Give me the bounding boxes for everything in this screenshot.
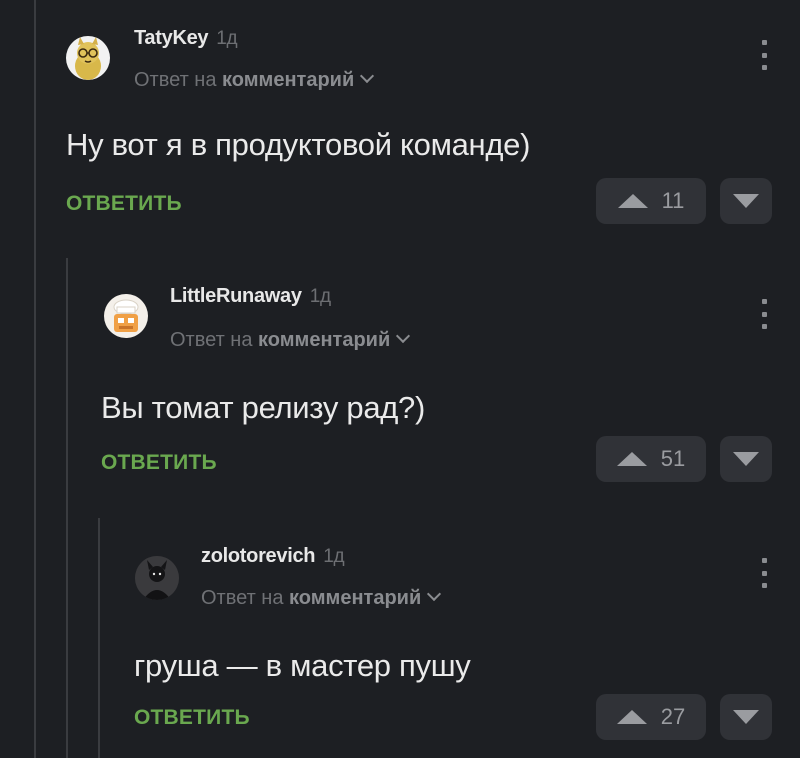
downvote-button[interactable]: [720, 436, 772, 482]
reply-button[interactable]: ОТВЕТИТЬ: [66, 192, 182, 216]
more-options-icon[interactable]: [761, 40, 767, 70]
comment-time: 1д: [323, 546, 345, 567]
chevron-down-icon[interactable]: [360, 68, 375, 84]
upvote-count: 51: [660, 446, 686, 471]
chef-avatar-icon[interactable]: [104, 294, 148, 338]
comment-text: Ну вот я в продуктовой команде): [66, 127, 531, 162]
reply-to-prefix: Ответ на: [134, 69, 217, 91]
author-name[interactable]: LittleRunaway: [170, 285, 302, 307]
reply-to-prefix: Ответ на: [201, 587, 284, 609]
reply-to-link[interactable]: Ответ на комментарий: [170, 328, 411, 352]
comment-littlerunaway: LittleRunaway 1д Ответ на комментарий Вы …: [0, 260, 800, 500]
author-name[interactable]: zolotorevich: [201, 545, 316, 567]
comment-time: 1д: [216, 28, 238, 49]
author-name[interactable]: TatyKey: [134, 27, 209, 49]
more-options-icon[interactable]: [761, 299, 767, 329]
upvote-count: 11: [661, 188, 685, 213]
downvote-arrow-icon: [733, 452, 759, 466]
cat-glasses-avatar-icon[interactable]: [66, 36, 110, 80]
comment-thread: TatyKey 1д Ответ на комментарий Ну вот я …: [0, 0, 800, 758]
reply-to-prefix: Ответ на: [170, 329, 253, 351]
reply-button[interactable]: ОТВЕТИТЬ: [134, 706, 250, 730]
reply-to-target[interactable]: комментарий: [289, 587, 421, 609]
comment-text: Вы томат релизу рад?): [101, 390, 426, 425]
chevron-down-icon[interactable]: [427, 586, 442, 602]
reply-to-link[interactable]: Ответ на комментарий: [134, 68, 375, 92]
downvote-button[interactable]: [720, 694, 772, 740]
comment-author[interactable]: TatyKey 1д: [134, 27, 238, 50]
comment-tatykey: TatyKey 1д Ответ на комментарий Ну вот я …: [0, 0, 800, 240]
comment-text: груша — в мастер пушу: [134, 648, 471, 683]
reply-to-target[interactable]: комментарий: [258, 329, 390, 351]
downvote-arrow-icon: [733, 710, 759, 724]
upvote-arrow-icon: [616, 452, 647, 466]
upvote-arrow-icon: [616, 710, 647, 724]
reply-button[interactable]: ОТВЕТИТЬ: [101, 451, 217, 475]
upvote-button[interactable]: 51: [596, 436, 706, 482]
reply-to-link[interactable]: Ответ на комментарий: [201, 586, 442, 610]
upvote-arrow-icon: [617, 194, 648, 208]
dark-photo-avatar-icon[interactable]: [135, 556, 179, 600]
chevron-down-icon[interactable]: [396, 328, 411, 344]
downvote-arrow-icon: [733, 194, 759, 208]
upvote-button[interactable]: 27: [596, 694, 706, 740]
comment-zolotorevich: zolotorevich 1д Ответ на комментарий груш…: [0, 520, 800, 758]
upvote-button[interactable]: 11: [596, 178, 706, 224]
comment-time: 1д: [309, 286, 331, 307]
downvote-button[interactable]: [720, 178, 772, 224]
reply-to-target[interactable]: комментарий: [222, 69, 354, 91]
comment-author[interactable]: zolotorevich 1д: [201, 545, 345, 568]
comment-author[interactable]: LittleRunaway 1д: [170, 285, 331, 308]
upvote-count: 27: [660, 704, 686, 729]
more-options-icon[interactable]: [761, 558, 767, 588]
